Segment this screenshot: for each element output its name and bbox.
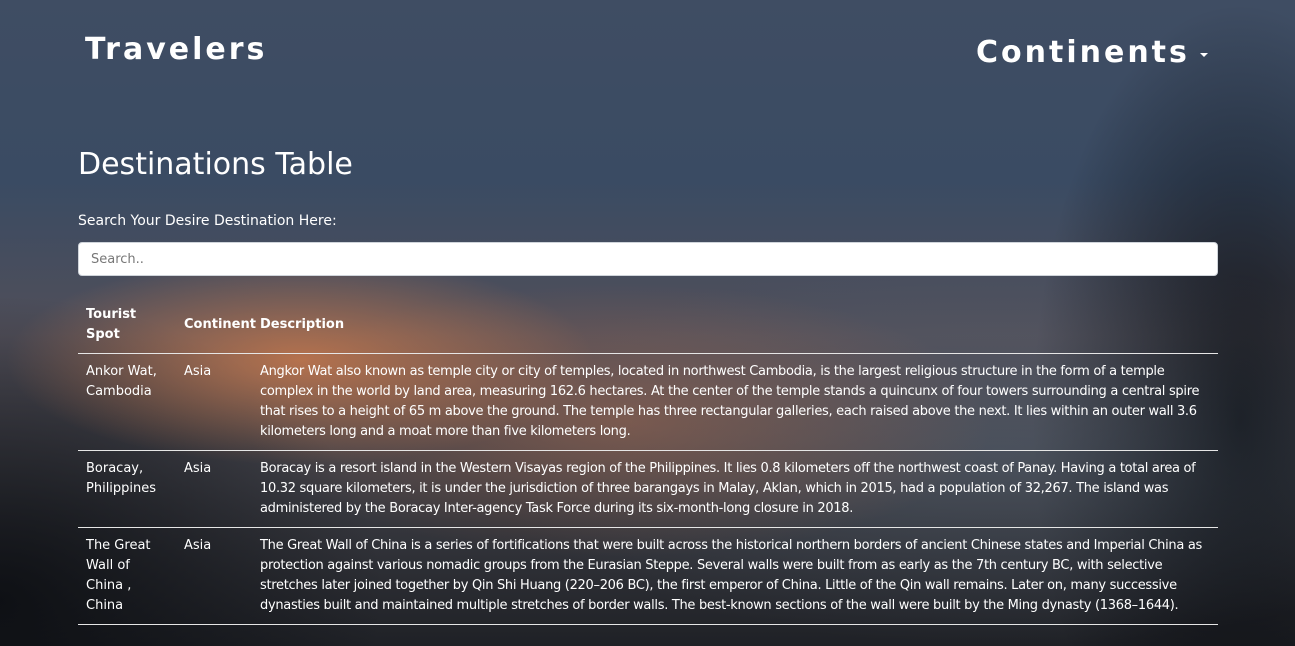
cell-description: Boracay is a resort island in the Wester… bbox=[252, 450, 1218, 528]
column-header-description: Description bbox=[252, 301, 1218, 354]
table-row: Ankor Wat, Cambodia Asia Angkor Wat also… bbox=[78, 353, 1218, 451]
cell-description: Angkor Wat also known as temple city or … bbox=[252, 353, 1218, 451]
navbar: Travelers Continents bbox=[0, 0, 1295, 110]
main-content: Destinations Table Search Your Desire De… bbox=[78, 140, 1218, 625]
continents-dropdown-label: Continents bbox=[976, 35, 1190, 70]
cell-continent: Asia bbox=[176, 527, 252, 625]
cell-tourist-spot: Boracay, Philippines bbox=[78, 450, 176, 528]
cell-tourist-spot: The Great Wall of China , China bbox=[78, 527, 176, 625]
cell-continent: Asia bbox=[176, 450, 252, 528]
cell-tourist-spot: Ankor Wat, Cambodia bbox=[78, 353, 176, 451]
brand-logo[interactable]: Travelers bbox=[85, 30, 267, 70]
column-header-continent: Continent bbox=[176, 301, 256, 354]
table-header-row: Tourist Spot Continent Description bbox=[78, 301, 1218, 354]
continents-dropdown[interactable]: Continents bbox=[976, 33, 1208, 73]
search-input[interactable] bbox=[78, 242, 1218, 276]
table-row: Boracay, Philippines Asia Boracay is a r… bbox=[78, 450, 1218, 528]
column-header-tourist-spot: Tourist Spot bbox=[78, 301, 176, 354]
cell-continent: Asia bbox=[176, 353, 252, 451]
table-header: Tourist Spot Continent Description bbox=[78, 301, 1218, 354]
caret-down-icon bbox=[1199, 53, 1208, 57]
table-row: The Great Wall of China , China Asia The… bbox=[78, 527, 1218, 625]
table-body: Ankor Wat, Cambodia Asia Angkor Wat also… bbox=[78, 353, 1218, 625]
search-label: Search Your Desire Destination Here: bbox=[78, 213, 337, 229]
page-title: Destinations Table bbox=[78, 147, 353, 182]
cell-description: The Great Wall of China is a series of f… bbox=[252, 527, 1218, 625]
destinations-table: Tourist Spot Continent Description Ankor… bbox=[78, 301, 1218, 625]
